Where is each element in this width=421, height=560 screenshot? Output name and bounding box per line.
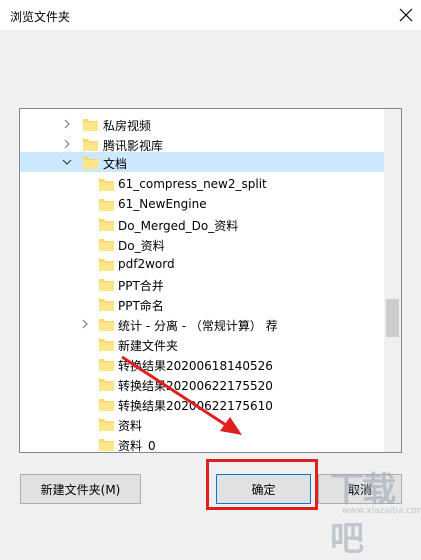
chevron-right-icon[interactable] <box>80 319 90 329</box>
tree-item[interactable]: Do_Merged_Do_资料 <box>20 214 384 234</box>
scrollbar-thumb[interactable] <box>386 299 399 337</box>
folder-icon <box>83 157 98 169</box>
folder-icon <box>99 399 114 411</box>
tree-item[interactable]: 61_compress_new2_split <box>20 174 384 194</box>
new-folder-button[interactable]: 新建文件夹(M) <box>20 474 141 504</box>
watermark: 下载吧 www.xiazaiba.com <box>322 462 421 559</box>
folder-icon <box>83 119 98 131</box>
close-button[interactable] <box>391 0 421 30</box>
tree-item[interactable]: PPT命名 <box>20 294 384 314</box>
tree-item[interactable]: 腾讯影视库 <box>20 134 384 154</box>
folder-icon <box>99 219 114 231</box>
folder-icon <box>99 279 114 291</box>
folder-icon <box>99 379 114 391</box>
folder-icon <box>99 359 114 371</box>
tree-item[interactable]: 61_NewEngine <box>20 194 384 214</box>
tree-item[interactable]: PPT合并 <box>20 274 384 294</box>
chevron-right-icon[interactable] <box>62 119 72 129</box>
tree-item-selected[interactable]: 文档 <box>20 152 384 172</box>
tree-item[interactable]: 私房视频 <box>20 114 384 134</box>
tree-item-label: 统计 - 分离 - （常规计算） 荐 <box>118 319 278 333</box>
folder-icon <box>83 139 98 151</box>
folder-icon <box>99 439 114 451</box>
tree-item-label: Do_Merged_Do_资料 <box>118 219 239 233</box>
tree-item-label: Do_资料 <box>118 239 165 253</box>
tree-item-label: 61_compress_new2_split <box>118 177 267 191</box>
folder-icon <box>99 179 114 191</box>
tree-item-label: 私房视频 <box>103 119 152 133</box>
folder-icon <box>99 239 114 251</box>
tree-item-label: pdf2word <box>118 257 175 271</box>
tree-item-label: PPT命名 <box>118 299 164 313</box>
window-title: 浏览文件夹 <box>10 10 71 24</box>
folder-icon <box>99 299 114 311</box>
close-icon <box>399 8 413 22</box>
tree-item[interactable]: 统计 - 分离 - （常规计算） 荐 <box>20 314 384 334</box>
tree-item[interactable]: pdf2word <box>20 254 384 274</box>
chevron-down-icon[interactable] <box>62 157 72 167</box>
folder-icon <box>99 339 114 351</box>
tree-item[interactable]: Do_资料 <box>20 234 384 254</box>
tree-item[interactable]: 新建文件夹 <box>20 334 384 354</box>
annotation-highlight-box <box>206 459 318 510</box>
chevron-right-icon[interactable] <box>62 139 72 149</box>
folder-icon <box>99 259 114 271</box>
tree-item-label: PPT合并 <box>118 279 164 293</box>
folder-icon <box>99 319 114 331</box>
folder-icon <box>99 199 114 211</box>
title-bar: 浏览文件夹 <box>0 0 421 30</box>
vertical-scrollbar[interactable] <box>384 109 401 452</box>
watermark-url: www.xiazaiba.com <box>342 506 421 516</box>
tree-item-label: 61_NewEngine <box>118 197 207 211</box>
tree-item-label: 新建文件夹 <box>118 339 179 353</box>
tree-item-label: 文档 <box>103 157 128 171</box>
annotation-arrow-icon <box>121 355 242 435</box>
folder-icon <box>99 419 114 431</box>
